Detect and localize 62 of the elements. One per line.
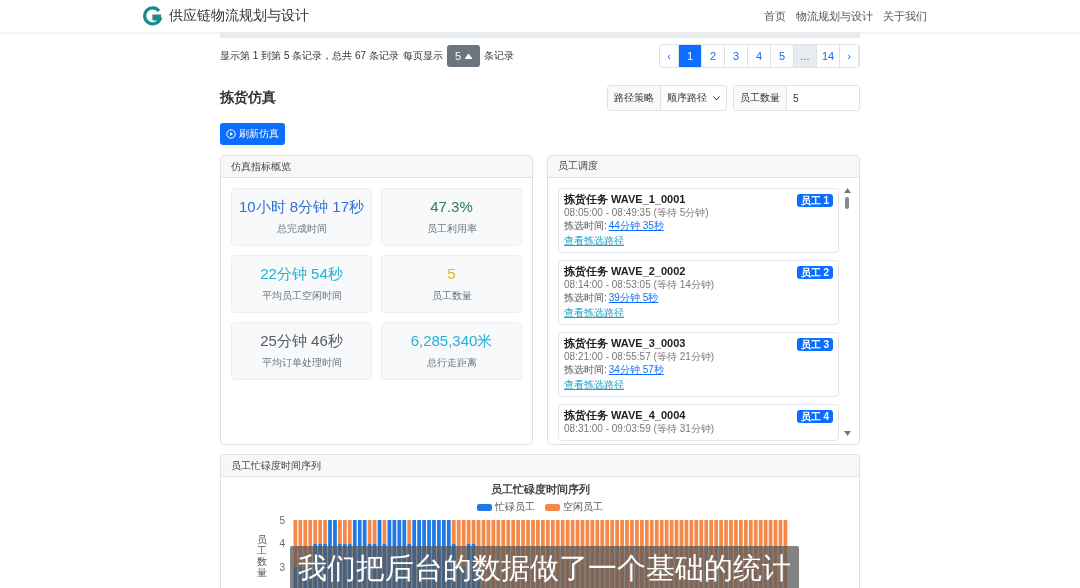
pick-time-label: 拣选时间: bbox=[564, 362, 607, 376]
section-title: 拣货仿真 bbox=[220, 89, 276, 107]
legend-label: 空闲员工 bbox=[563, 500, 603, 514]
pick-time-label: 拣选时间: bbox=[564, 290, 607, 304]
route-link[interactable]: 查看拣选路径 bbox=[564, 378, 624, 390]
card-header: 员工调度 bbox=[548, 156, 859, 178]
task-time: 08:21:00 - 08:55:57 (等待 21分钟) bbox=[564, 349, 715, 363]
task-time: 08:31:00 - 09:03:59 (等待 31分钟) bbox=[564, 421, 715, 435]
per-page-suffix: 条记录 bbox=[484, 49, 515, 63]
card-header: 仿真指标概览 bbox=[221, 156, 532, 178]
chart-title: 员工忙碌度时间序列 bbox=[489, 482, 591, 497]
metric-value: 47.3% bbox=[430, 198, 473, 216]
logo-icon bbox=[143, 6, 163, 26]
worker-badge: 员工 3 bbox=[796, 337, 833, 351]
metric-value: 22分钟 54秒 bbox=[260, 265, 343, 283]
axis-label: 员工数量 bbox=[257, 534, 267, 578]
nav-link[interactable]: 关于我们 bbox=[883, 8, 927, 24]
refresh-button[interactable]: 刷新仿真 bbox=[220, 123, 285, 145]
nav-link[interactable]: 首页 bbox=[764, 8, 786, 24]
task-title: 拣货任务 WAVE_4_0004 bbox=[564, 408, 686, 422]
metric-label: 总行走距离 bbox=[426, 356, 477, 370]
task-title: 拣货任务 WAVE_1_0001 bbox=[564, 192, 686, 206]
task-time: 08:14:00 - 08:53:05 (等待 14分钟) bbox=[564, 277, 715, 291]
scrollbar-thumb[interactable] bbox=[845, 196, 849, 209]
scroll-down-icon[interactable] bbox=[843, 431, 851, 436]
pick-time-label: 拣选时间: bbox=[564, 218, 607, 232]
metric-value: 10小时 8分钟 17秒 bbox=[238, 198, 364, 216]
brand-title[interactable]: 供应链物流规划与设计 bbox=[169, 7, 309, 25]
per-page-select[interactable]: 5 bbox=[446, 45, 481, 67]
play-circle-icon bbox=[226, 129, 236, 139]
task-title: 拣货任务 WAVE_2_0002 bbox=[564, 264, 686, 278]
video-subtitle: 我们把后台的数据做了一个基础的统计 bbox=[290, 546, 799, 588]
metric-value: 5 bbox=[447, 265, 456, 283]
pick-time-link[interactable]: 34分钟 57秒 bbox=[608, 362, 664, 376]
route-link[interactable]: 查看拣选路径 bbox=[564, 234, 624, 246]
route-link[interactable]: 查看拣选路径 bbox=[564, 306, 624, 318]
caret-icon bbox=[465, 53, 473, 59]
nav-link[interactable]: 物流规划与设计 bbox=[796, 8, 873, 24]
card-header: 员工忙碌度时间序列 bbox=[221, 455, 859, 477]
records-summary: 显示第 1 到第 5 条记录，总共 67 条记录 bbox=[220, 49, 399, 63]
metric-label: 员工数量 bbox=[431, 289, 472, 303]
axis-tick-label: 3 bbox=[279, 561, 285, 573]
metric-label: 平均订单处理时间 bbox=[261, 356, 342, 370]
legend-label: 忙碌员工 bbox=[495, 500, 535, 514]
per-page-label: 每页显示 bbox=[402, 49, 443, 63]
scroll-up-icon[interactable] bbox=[843, 187, 851, 193]
task-title: 拣货任务 WAVE_3_0003 bbox=[564, 336, 686, 350]
pick-time-link[interactable]: 44分钟 35秒 bbox=[608, 218, 664, 232]
pick-time-link[interactable]: 39分钟 5秒 bbox=[608, 290, 659, 304]
page-link[interactable]: 1 bbox=[679, 45, 702, 67]
worker-badge: 员工 2 bbox=[796, 265, 833, 279]
axis-tick-label: 5 bbox=[279, 514, 285, 526]
task-time: 08:05:00 - 08:49:35 (等待 5分钟) bbox=[564, 205, 709, 219]
metric-value: 25分钟 46秒 bbox=[260, 332, 343, 350]
metric-label: 员工利用率 bbox=[426, 222, 477, 236]
worker-badge: 员工 4 bbox=[796, 409, 833, 423]
worker-badge: 员工 1 bbox=[796, 193, 833, 207]
metric-label: 平均员工空闲时间 bbox=[261, 289, 342, 303]
axis-tick-label: 4 bbox=[279, 538, 285, 549]
metric-label: 总完成时间 bbox=[276, 222, 327, 236]
page-ellipsis[interactable]: ... bbox=[794, 45, 817, 67]
metric-value: 6,285,340米 bbox=[410, 332, 493, 350]
